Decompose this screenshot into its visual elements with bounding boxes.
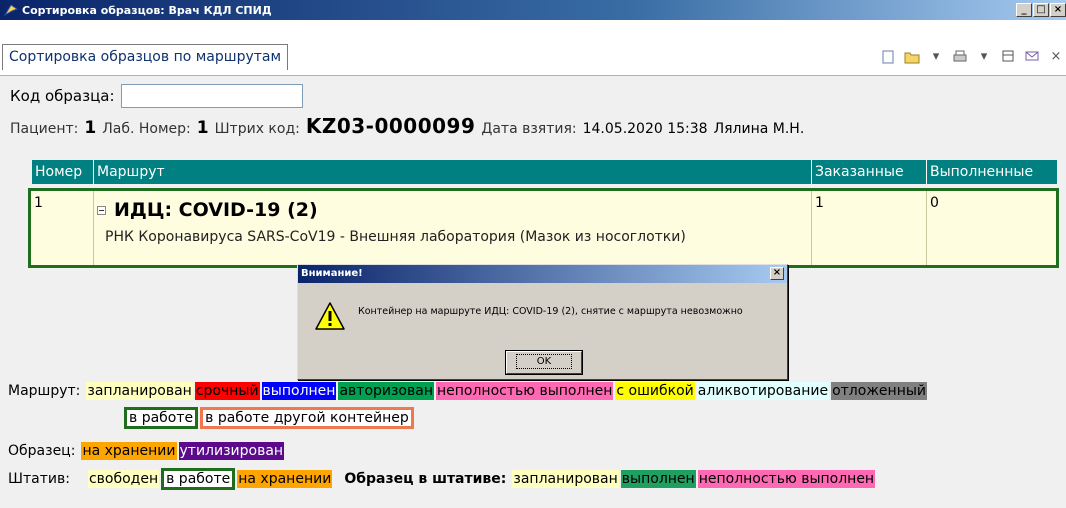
table-row[interactable]: 1 ИДЦ: COVID-19 (2) РНК Коронавируса SAR… [28,188,1059,268]
warning-dialog: Внимание! × Контейнер на маршруте ИДЦ: C… [297,264,788,380]
toolbar: ▾ ▾ × [880,50,1064,64]
cell-done: 0 [930,195,939,211]
sample-code-label: Код образца: [10,87,115,105]
legend-chip: запланирован [512,470,619,488]
legend-chip: неполностью выполнен [697,470,876,488]
route-test-name: РНК Коронавируса SARS-CoV19 - Внешняя ла… [105,229,686,245]
new-document-icon[interactable] [880,50,896,64]
sample-code-row: Код образца: [10,84,303,108]
doctor-name: Лялина М.Н. [713,121,805,137]
window-titlebar: Сортировка образцов: Врач КДЛ СПИД _ □ × [0,0,1066,20]
column-header-number[interactable]: Номер [32,160,94,184]
mail-icon[interactable] [1024,50,1040,64]
patient-label: Пациент: [10,121,79,137]
patient-info: Пациент: 1 Лаб. Номер: 1 Штрих код: KZ03… [10,114,804,138]
close-button[interactable]: × [1050,3,1066,17]
tab-sorting[interactable]: Сортировка образцов по маршрутам [2,44,289,70]
dialog-title: Внимание! [301,268,363,279]
cell-route: ИДЦ: COVID-19 (2) РНК Коронавируса SARS-… [94,191,812,265]
legend-chip: запланирован [86,382,193,400]
legend-chip: выполнен [261,382,337,400]
cell-number: 1 [31,191,94,265]
app-icon [4,4,18,17]
column-header-route[interactable]: Маршрут [94,160,812,184]
minimize-button[interactable]: _ [1016,3,1032,17]
legend-chip: на хранении [81,442,177,460]
legend-chip: в работе [124,407,199,429]
legend-sample-row: Образец: на хранении утилизирован [8,442,286,460]
legend-route-chips-2: в работе в работе другой контейнер [124,407,416,429]
legend-rack-label: Штатив: [8,471,70,487]
sample-code-input[interactable] [120,84,303,108]
legend-route-chips: запланирован срочный выполнен авторизован не… [86,382,929,400]
cell-ordered: 1 [812,191,927,265]
main-panel: Код образца: Пациент: 1 Лаб. Номер: 1 Шт… [0,76,1066,508]
dropdown-arrow-icon[interactable]: ▾ [928,50,944,64]
legend-chip: неполностью выполнен [435,382,614,400]
column-header-ordered[interactable]: Заказанные [812,160,927,184]
date-label: Дата взятия: [481,121,577,137]
ok-button[interactable]: OK [505,350,583,375]
barcode-label: Штрих код: [214,121,300,137]
column-header-done[interactable]: Выполненные [927,160,1057,184]
legend-chip: на хранении [237,470,333,488]
legend-sample-chips: на хранении утилизирован [81,442,286,460]
legend-chip: срочный [194,382,260,400]
legend-chip: в работе другой контейнер [200,407,414,429]
maximize-button[interactable]: □ [1033,3,1049,17]
legend-chip: в работе [161,468,236,490]
legend-chip: аликвотирование [696,382,830,400]
legend-chip: отложенный [831,382,927,400]
tab-bar: Сортировка образцов по маршрутам ▾ ▾ × [0,20,1066,76]
legend-rack-row: Штатив: свободен в работе на хранении Обра… [8,468,877,490]
collapse-icon[interactable] [97,205,106,215]
legend-sample-label: Образец: [8,443,76,459]
warning-icon [315,302,345,330]
legend-route-row-2: в работе в работе другой контейнер [124,407,416,429]
legend-chip: выполнен [620,470,696,488]
dialog-titlebar: Внимание! × [298,265,787,283]
lab-number-label: Лаб. Номер: [102,121,191,137]
legend-chip: с ошибкой [615,382,695,400]
legend-route-label: Маршрут: [8,383,81,399]
legend-chip: авторизован [338,382,434,400]
route-title: ИДЦ: COVID-19 (2) [114,199,318,221]
lab-number-value: 1 [196,118,209,138]
grid-icon[interactable] [1000,50,1016,64]
legend-rack-chips: свободен в работе на хранении [87,468,334,490]
open-folder-icon[interactable] [904,50,920,64]
dialog-close-button[interactable]: × [770,267,784,280]
legend-rack-sample-label: Образец в штативе: [344,471,507,487]
barcode-value: KZ03-0000099 [305,114,476,138]
dropdown-arrow-icon[interactable]: ▾ [976,50,992,64]
grid-header: Номер Маршрут Заказанные Выполненные [32,160,1057,184]
patient-value: 1 [84,118,97,138]
legend-chip: свободен [87,470,160,488]
legend-chip: утилизирован [178,442,285,460]
close-tab-icon[interactable]: × [1048,50,1064,64]
print-icon[interactable] [952,50,968,64]
legend-route-row: Маршрут: запланирован срочный выполнен авто… [8,382,929,400]
date-value: 14.05.2020 15:38 [582,121,708,137]
dialog-message: Контейнер на маршруте ИДЦ: COVID-19 (2),… [358,306,743,317]
window-title: Сортировка образцов: Врач КДЛ СПИД [22,3,272,17]
legend-rack-sample-chips: запланирован выполнен неполностью выполнен [512,470,877,488]
ok-button-label: OK [515,354,573,369]
